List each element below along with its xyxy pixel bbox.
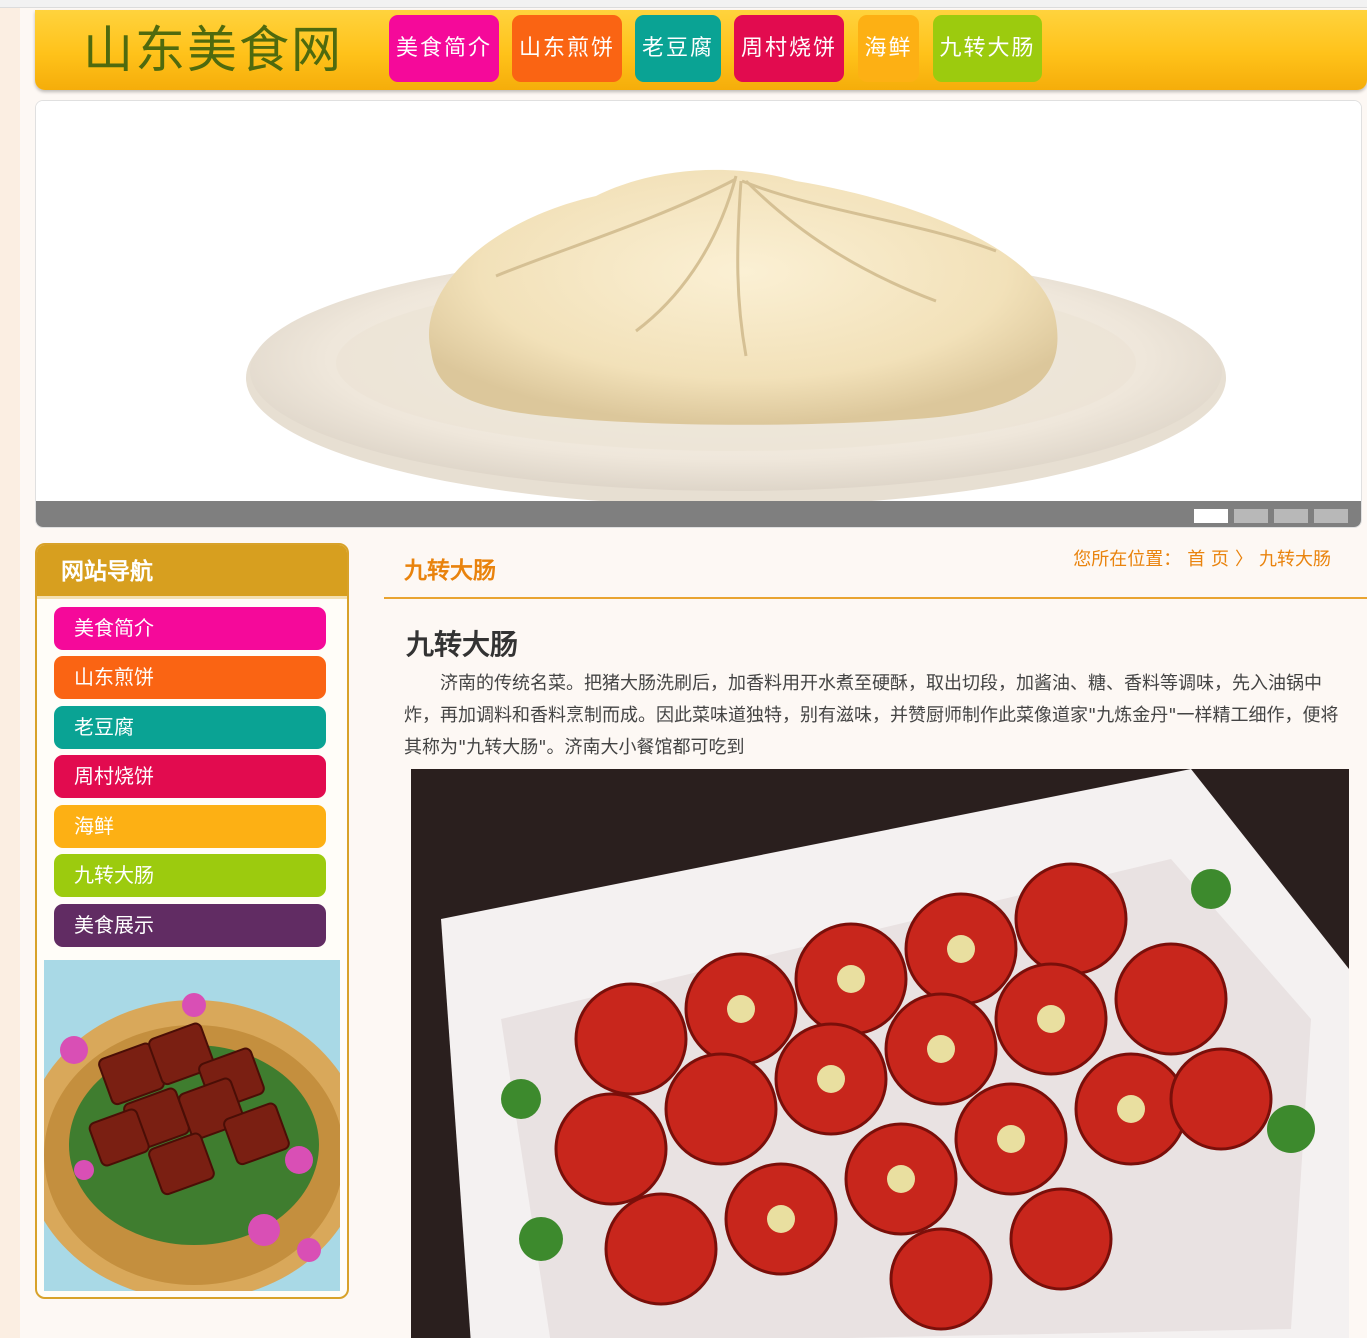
- banner-dot-4[interactable]: [1314, 509, 1348, 523]
- site-logo[interactable]: 山东美食网: [83, 18, 343, 82]
- breadcrumb-prefix: 您所在位置：: [1073, 549, 1182, 570]
- article-title: 九转大肠: [406, 628, 519, 661]
- breadcrumb: 您所在位置：首 页〉九转大肠: [1073, 545, 1337, 571]
- banner-control-bar: [36, 501, 1361, 527]
- sidebar-nav: 网站导航 美食简介 山东煎饼 老豆腐 周村烧饼 海鲜 九转大肠 美食展示: [35, 543, 349, 1299]
- jiuzhuan-dachang-photo: [411, 769, 1349, 1338]
- breadcrumb-current: 九转大肠: [1259, 549, 1331, 570]
- top-nav-item-zhoucunshaobing[interactable]: 周村烧饼: [734, 15, 844, 82]
- top-nav-item-laodoufu[interactable]: 老豆腐: [635, 15, 721, 82]
- steamed-bun-photo: [36, 101, 1361, 503]
- article-body: 济南的传统名菜。把猪大肠洗刷后，加香料用开水煮至硬酥，取出切段，加酱油、糖、香料…: [404, 673, 1339, 758]
- banner-dot-1[interactable]: [1194, 509, 1228, 523]
- top-nav-item-shandongjianbing[interactable]: 山东煎饼: [512, 15, 622, 82]
- sidebar-item-shandongjianbing[interactable]: 山东煎饼: [54, 656, 326, 699]
- sidebar-title: 网站导航: [37, 545, 347, 599]
- main-content: 九转大肠 您所在位置：首 页〉九转大肠 九转大肠 济南的传统名菜。把猪大肠洗刷后…: [384, 543, 1367, 1338]
- page-container: 山东美食网 美食简介 山东煎饼 老豆腐 周村烧饼 海鲜 九转大肠 网站导航 美食…: [20, 8, 1367, 1338]
- browser-top-line: [0, 0, 1367, 8]
- sidebar-item-meishijianjie[interactable]: 美食简介: [54, 607, 326, 650]
- top-nav-item-haixian[interactable]: 海鲜: [858, 15, 919, 82]
- banner-dot-3[interactable]: [1274, 509, 1308, 523]
- banner-dot-2[interactable]: [1234, 509, 1268, 523]
- top-nav-item-meishijianjie[interactable]: 美食简介: [389, 15, 499, 82]
- breadcrumb-separator: 〉: [1235, 549, 1253, 570]
- sidebar-item-jiuzhuandachang[interactable]: 九转大肠: [54, 854, 326, 897]
- sidebar-item-zhoucunshaobing[interactable]: 周村烧饼: [54, 755, 326, 798]
- site-header: 山东美食网 美食简介 山东煎饼 老豆腐 周村烧饼 海鲜 九转大肠: [35, 10, 1367, 90]
- sidebar-item-haixian[interactable]: 海鲜: [54, 805, 326, 848]
- breadcrumb-home-link[interactable]: 首 页: [1187, 549, 1229, 570]
- top-nav-item-jiuzhuandachang[interactable]: 九转大肠: [933, 15, 1042, 82]
- content-divider: [384, 597, 1367, 599]
- banner-slideshow[interactable]: [35, 100, 1362, 528]
- section-title: 九转大肠: [404, 558, 496, 584]
- sidebar-item-meishizhanshi[interactable]: 美食展示: [54, 904, 326, 947]
- braised-pork-photo: [44, 960, 340, 1291]
- sidebar-item-laodoufu[interactable]: 老豆腐: [54, 706, 326, 749]
